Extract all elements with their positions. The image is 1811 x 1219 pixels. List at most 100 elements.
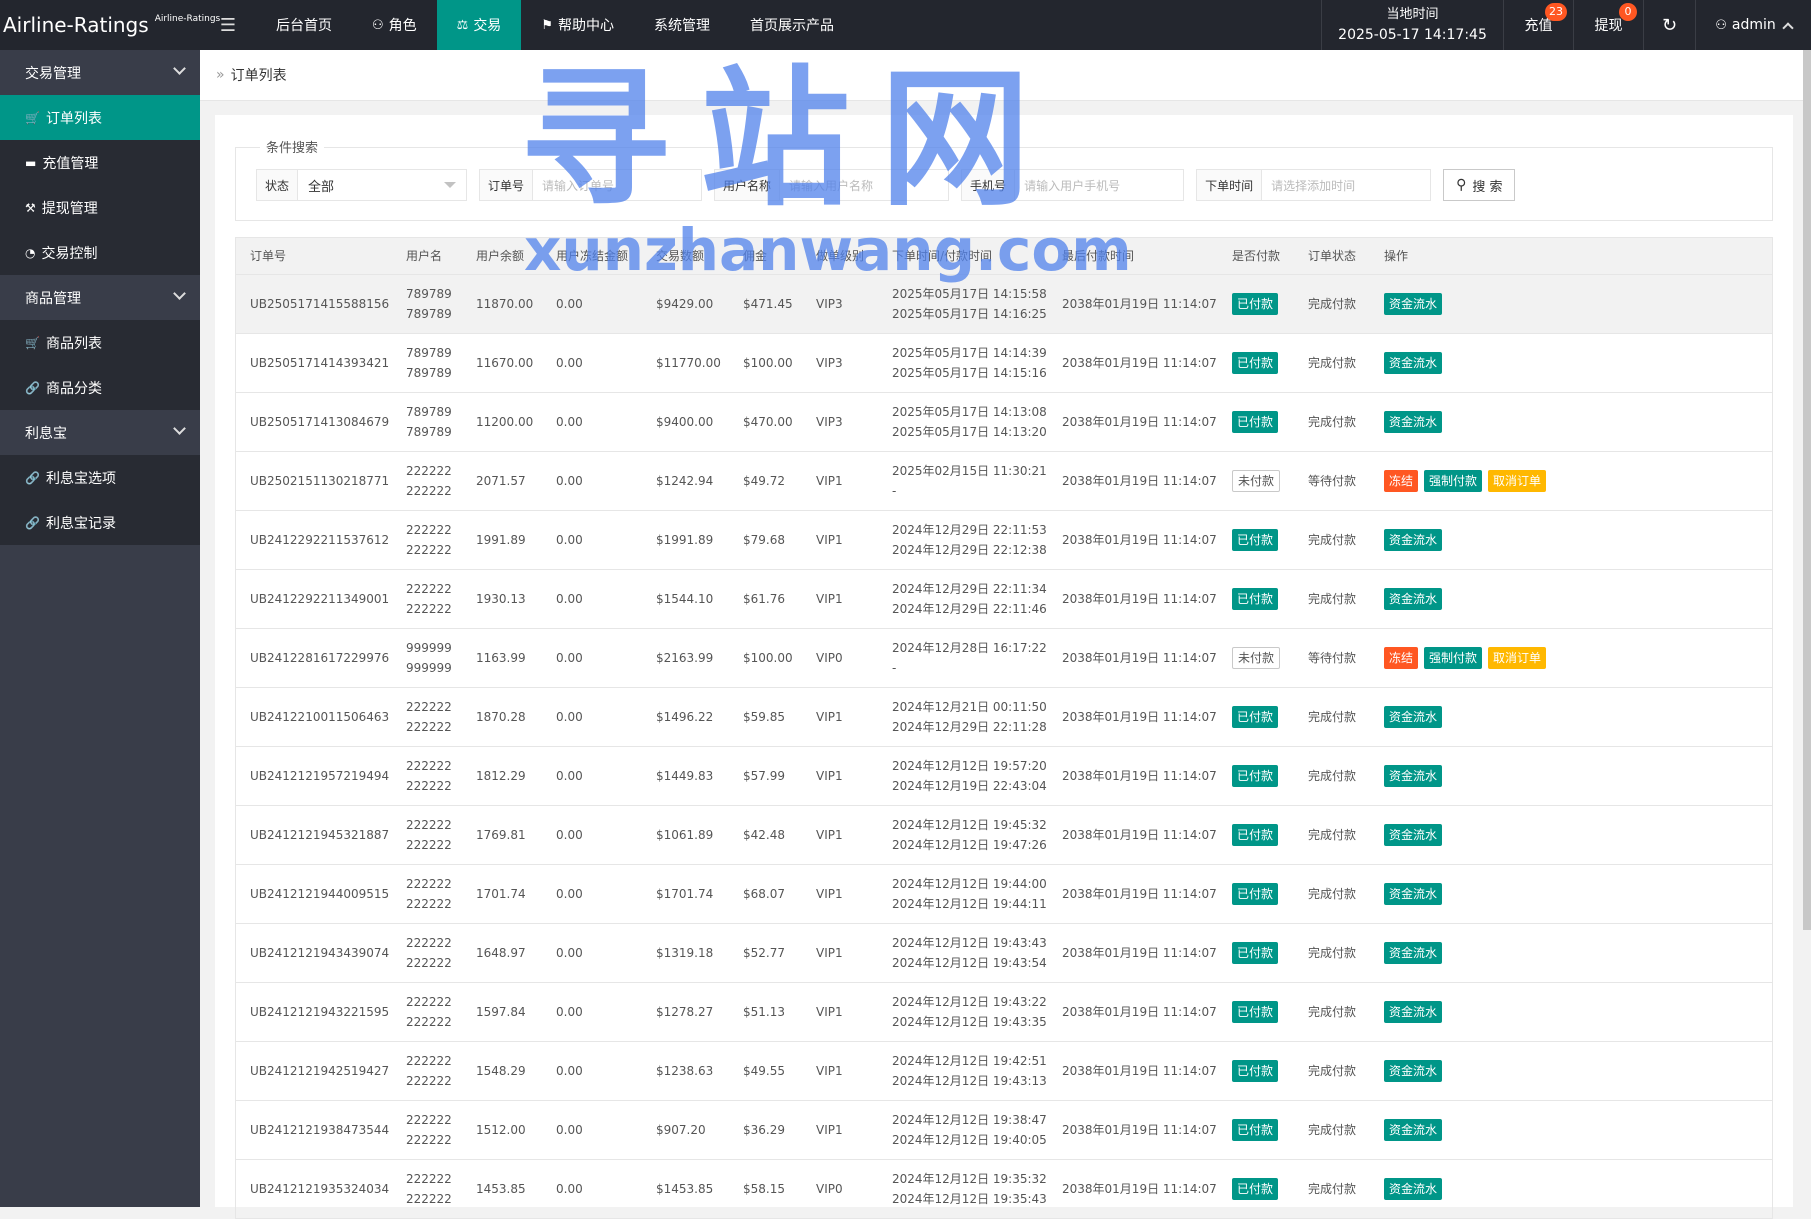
refresh-icon[interactable]: ↻ (1643, 0, 1695, 50)
topnav-item[interactable]: ⚑ 帮助中心 (521, 0, 634, 50)
topnav-item[interactable]: 后台首页 (256, 0, 352, 50)
time-input[interactable]: 请选择添加时间 (1262, 170, 1430, 200)
search-legend: 条件搜索 (260, 137, 325, 156)
pay-time: 2024年12月12日 19:44:11 (892, 897, 1047, 911)
force-pay-button[interactable]: 强制付款 (1424, 647, 1483, 669)
order-times: 2025年02月15日 11:30:21 - (892, 461, 1047, 501)
order-input[interactable]: 请输入订单号 (533, 170, 701, 200)
order-time: 2024年12月21日 00:11:50 (892, 700, 1047, 714)
cancel-order-button[interactable]: 取消订单 (1488, 647, 1547, 669)
menu-toggle-icon[interactable]: ☰ (200, 0, 256, 50)
username-line: 222222 (406, 484, 452, 498)
search-button[interactable]: ⚲ 搜 索 (1443, 169, 1516, 201)
fund-flow-button[interactable]: 资金流水 (1384, 883, 1443, 905)
fund-flow-button[interactable]: 资金流水 (1384, 824, 1443, 846)
order-status: 完成付款 (1308, 946, 1357, 960)
actions-cell: 资金流水 (1384, 883, 1448, 905)
fund-flow-button[interactable]: 资金流水 (1384, 588, 1443, 610)
force-pay-button[interactable]: 强制付款 (1424, 470, 1483, 492)
actions-cell: 资金流水 (1384, 824, 1448, 846)
sidebar-item[interactable]: 🛒 订单列表 (0, 95, 200, 140)
clock-value: 2025-05-17 14:17:45 (1338, 27, 1487, 43)
sidebar-item[interactable]: ⚒ 提现管理 (0, 185, 200, 230)
username-input[interactable]: 请输入用户名称 (780, 170, 948, 200)
fund-flow-button[interactable]: 资金流水 (1384, 1119, 1443, 1141)
recharge-button[interactable]: 充值 23 (1503, 0, 1573, 50)
paid-badge: 已付款 (1232, 824, 1279, 846)
user-menu[interactable]: ⚇ admin (1695, 0, 1811, 50)
sidebar-item[interactable]: 🔗 利息宝选项 (0, 455, 200, 500)
fund-flow-button[interactable]: 资金流水 (1384, 529, 1443, 551)
search-fieldset: 条件搜索 状态 全部 订单号 请输入订单号 用户名称 请输入用户名称 手机号 请… (235, 137, 1773, 221)
balance: 1870.28 (476, 710, 526, 724)
freeze-button[interactable]: 冻结 (1384, 647, 1419, 669)
breadcrumb-current[interactable]: 订单列表 (231, 65, 287, 85)
order-id: UB2412281617229976 (250, 651, 390, 665)
paid-badge: 未付款 (1232, 647, 1281, 669)
phone-input[interactable]: 请输入用户手机号 (1015, 170, 1183, 200)
fund-flow-button[interactable]: 资金流水 (1384, 1178, 1443, 1200)
topnav-item[interactable]: ⚖ 交易 (436, 0, 522, 50)
pay-time: 2024年12月12日 19:35:43 (892, 1192, 1047, 1206)
fund-flow-button[interactable]: 资金流水 (1384, 293, 1443, 315)
fund-flow-button[interactable]: 资金流水 (1384, 411, 1443, 433)
sidebar-item[interactable]: ◔ 交易控制 (0, 230, 200, 275)
fund-flow-button[interactable]: 资金流水 (1384, 352, 1443, 374)
freeze-button[interactable]: 冻结 (1384, 470, 1419, 492)
paid-badge: 已付款 (1232, 942, 1279, 964)
withdraw-label: 提现 (1594, 18, 1623, 34)
withdraw-button[interactable]: 提现 0 (1573, 0, 1643, 50)
table-row: UB2412210011506463 222222 222222 1870.28 0.0… (235, 688, 1773, 747)
fund-flow-button[interactable]: 资金流水 (1384, 1060, 1443, 1082)
fund-flow-button[interactable]: 资金流水 (1384, 706, 1443, 728)
table-row: UB2412121938473544 222222 222222 1512.00 0.0… (235, 1101, 1773, 1160)
topnav-item[interactable]: 系统管理 (634, 0, 730, 50)
status-select[interactable]: 全部 (298, 170, 466, 200)
topnav-item[interactable]: ⚇ 角色 (352, 0, 437, 50)
balance: 1769.81 (476, 828, 526, 842)
column-header: 订单状态 (1308, 249, 1357, 263)
frozen-amount: 0.00 (556, 1005, 583, 1019)
last-pay-time: 2038年01月19日 11:14:07 (1062, 769, 1217, 783)
frozen-amount: 0.00 (556, 533, 583, 547)
order-status: 完成付款 (1308, 297, 1357, 311)
fund-flow-button[interactable]: 资金流水 (1384, 765, 1443, 787)
topnav-item[interactable]: 首页展示产品 (730, 0, 854, 50)
username-line: 222222 (406, 1015, 452, 1029)
last-pay-time: 2038年01月19日 11:14:07 (1062, 356, 1217, 370)
paid-cell: 已付款 (1232, 1119, 1284, 1141)
trade-amount: $1453.85 (656, 1182, 714, 1196)
order-times: 2024年12月12日 19:38:47 2024年12月12日 19:40:05 (892, 1110, 1047, 1150)
cancel-order-button[interactable]: 取消订单 (1488, 470, 1547, 492)
chevron-down-icon (173, 287, 186, 300)
paid-cell: 已付款 (1232, 1060, 1284, 1082)
trade-amount: $1238.63 (656, 1064, 714, 1078)
table-row: UB2412292211349001 222222 222222 1930.13 0.0… (235, 570, 1773, 629)
sidebar-group[interactable]: 交易管理 (0, 50, 200, 95)
paid-badge: 已付款 (1232, 1001, 1279, 1023)
fund-flow-button[interactable]: 资金流水 (1384, 942, 1443, 964)
last-pay-time: 2038年01月19日 11:14:07 (1062, 828, 1217, 842)
sidebar-item-label: 利息宝记录 (45, 515, 116, 532)
vip-level: VIP1 (816, 592, 843, 606)
sidebar-item[interactable]: ▬ 充值管理 (0, 140, 200, 185)
sidebar-group[interactable]: 利息宝 (0, 410, 200, 455)
paid-cell: 已付款 (1232, 1001, 1284, 1023)
vip-level: VIP1 (816, 474, 843, 488)
status-value: 全部 (308, 179, 335, 195)
local-clock: 当地时间 2025-05-17 14:17:45 (1321, 0, 1503, 50)
frozen-amount: 0.00 (556, 1182, 583, 1196)
paid-cell: 已付款 (1232, 706, 1284, 728)
order-status: 完成付款 (1308, 1123, 1357, 1137)
page-scrollbar[interactable] (1803, 50, 1811, 930)
fund-flow-button[interactable]: 资金流水 (1384, 1001, 1443, 1023)
sidebar-item[interactable]: 🛒 商品列表 (0, 320, 200, 365)
trade-amount: $1061.89 (656, 828, 714, 842)
pay-time: 2024年12月29日 22:12:38 (892, 543, 1047, 557)
trade-amount: $2163.99 (656, 651, 714, 665)
sidebar-item[interactable]: 🔗 利息宝记录 (0, 500, 200, 545)
pay-time: 2025年05月17日 14:16:25 (892, 307, 1047, 321)
sidebar-item[interactable]: 🔗 商品分类 (0, 365, 200, 410)
username-line: 222222 (406, 543, 452, 557)
sidebar-group[interactable]: 商品管理 (0, 275, 200, 320)
